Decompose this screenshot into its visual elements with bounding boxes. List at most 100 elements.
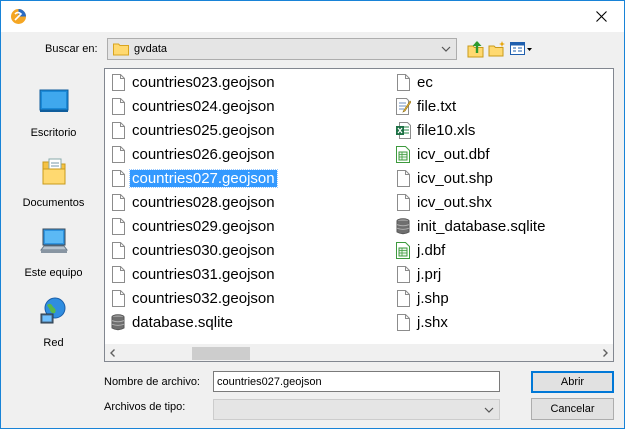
file-item[interactable]: j.shx [395, 311, 448, 333]
dbf-file-icon [395, 241, 411, 259]
text-file-icon [395, 97, 411, 115]
file-name: icv_out.shx [417, 193, 493, 211]
file-name: countries024.geojson [132, 97, 275, 115]
file-icon [110, 289, 126, 307]
file-item[interactable]: countries024.geojson [110, 95, 275, 117]
file-icon [110, 241, 126, 259]
file-name: countries028.geojson [132, 193, 275, 211]
folder-icon [113, 43, 129, 56]
file-item[interactable]: countries031.geojson [110, 263, 275, 285]
new-folder-icon [488, 41, 505, 57]
file-icon [110, 217, 126, 235]
file-icon [395, 169, 411, 187]
file-item[interactable]: file10.xls [395, 119, 475, 141]
file-name: countries023.geojson [132, 73, 275, 91]
look-in-label: Buscar en: [45, 43, 98, 55]
file-item[interactable]: countries028.geojson [110, 191, 275, 213]
file-item[interactable]: countries026.geojson [110, 143, 275, 165]
chevron-down-icon [484, 407, 494, 413]
computer-icon [40, 228, 68, 253]
file-name: countries029.geojson [132, 217, 275, 235]
file-name: j.dbf [417, 241, 446, 259]
chevron-down-icon [441, 46, 451, 52]
file-item[interactable]: file.txt [395, 95, 456, 117]
place-label: Este equipo [24, 267, 83, 279]
place-network[interactable]: Red [11, 296, 96, 356]
new-folder-button[interactable] [487, 39, 507, 59]
file-name: countries025.geojson [132, 121, 275, 139]
filename-label: Nombre de archivo: [104, 376, 200, 388]
scroll-left-icon[interactable] [108, 348, 118, 358]
database-icon [110, 313, 126, 331]
file-name: countries027.geojson [129, 168, 278, 188]
file-item[interactable]: countries023.geojson [110, 71, 275, 93]
place-computer[interactable]: Este equipo [11, 226, 96, 286]
dbf-file-icon [395, 145, 411, 163]
file-name: countries031.geojson [132, 265, 275, 283]
scrollbar-thumb[interactable] [192, 347, 250, 360]
file-item[interactable]: countries032.geojson [110, 287, 275, 309]
file-name: icv_out.dbf [417, 145, 490, 163]
network-icon [40, 297, 66, 324]
excel-file-icon [395, 121, 411, 139]
file-icon [110, 145, 126, 163]
file-item[interactable]: j.shp [395, 287, 449, 309]
place-label: Red [43, 337, 64, 349]
places-bar: Escritorio Documentos Este equipo Red [11, 68, 96, 362]
file-name: icv_out.shp [417, 169, 493, 187]
place-label: Escritorio [30, 127, 77, 139]
file-item[interactable]: countries030.geojson [110, 239, 275, 261]
file-item[interactable]: countries025.geojson [110, 119, 275, 141]
desktop-icon [39, 89, 69, 112]
view-menu-icon [510, 42, 532, 55]
file-icon [110, 97, 126, 115]
file-icon [110, 73, 126, 91]
file-name: countries030.geojson [132, 241, 275, 259]
file-icon [395, 289, 411, 307]
file-item[interactable]: icv_out.dbf [395, 143, 490, 165]
file-item[interactable]: init_database.sqlite [395, 215, 545, 237]
filetype-label: Archivos de tipo: [104, 401, 186, 413]
scroll-right-icon[interactable] [600, 348, 610, 358]
up-folder-icon [467, 41, 484, 58]
view-menu-button[interactable] [509, 39, 533, 59]
filetype-combo[interactable] [213, 399, 500, 420]
title-bar [1, 1, 624, 32]
file-name: j.prj [417, 265, 442, 283]
file-icon [110, 193, 126, 211]
open-button[interactable]: Abrir [531, 371, 614, 393]
file-icon [395, 265, 411, 283]
place-documents[interactable]: Documentos [11, 156, 96, 216]
file-name: countries026.geojson [132, 145, 275, 163]
file-item[interactable]: icv_out.shx [395, 191, 492, 213]
close-button[interactable] [578, 1, 624, 32]
file-item[interactable]: ec [395, 71, 433, 93]
file-item-selected[interactable]: countries027.geojson [110, 167, 278, 189]
file-name: database.sqlite [132, 313, 233, 331]
up-folder-button[interactable] [466, 39, 486, 59]
database-icon [395, 217, 411, 235]
file-name: j.shp [417, 289, 449, 307]
file-item[interactable]: j.prj [395, 263, 441, 285]
file-name: ec [417, 73, 433, 91]
file-open-dialog: Buscar en: gvdata Escritorio Documentos … [0, 0, 625, 429]
file-name: j.shx [417, 313, 448, 331]
place-desktop[interactable]: Escritorio [11, 86, 96, 146]
file-icon [395, 313, 411, 331]
horizontal-scrollbar[interactable] [105, 344, 613, 361]
file-item[interactable]: j.dbf [395, 239, 445, 261]
place-label: Documentos [22, 197, 85, 209]
file-name: init_database.sqlite [417, 217, 546, 235]
look-in-combo[interactable]: gvdata [107, 38, 457, 60]
cancel-button[interactable]: Cancelar [531, 398, 614, 420]
app-logo-icon [11, 9, 26, 24]
look-in-value: gvdata [134, 43, 168, 55]
file-icon [110, 121, 126, 139]
file-item[interactable]: countries029.geojson [110, 215, 275, 237]
file-item[interactable]: icv_out.shp [395, 167, 493, 189]
file-list[interactable]: countries023.geojson countries024.geojson… [104, 68, 614, 362]
file-item[interactable]: database.sqlite [110, 311, 233, 333]
file-icon [110, 265, 126, 283]
file-icon [395, 193, 411, 211]
filename-input[interactable] [213, 371, 500, 392]
